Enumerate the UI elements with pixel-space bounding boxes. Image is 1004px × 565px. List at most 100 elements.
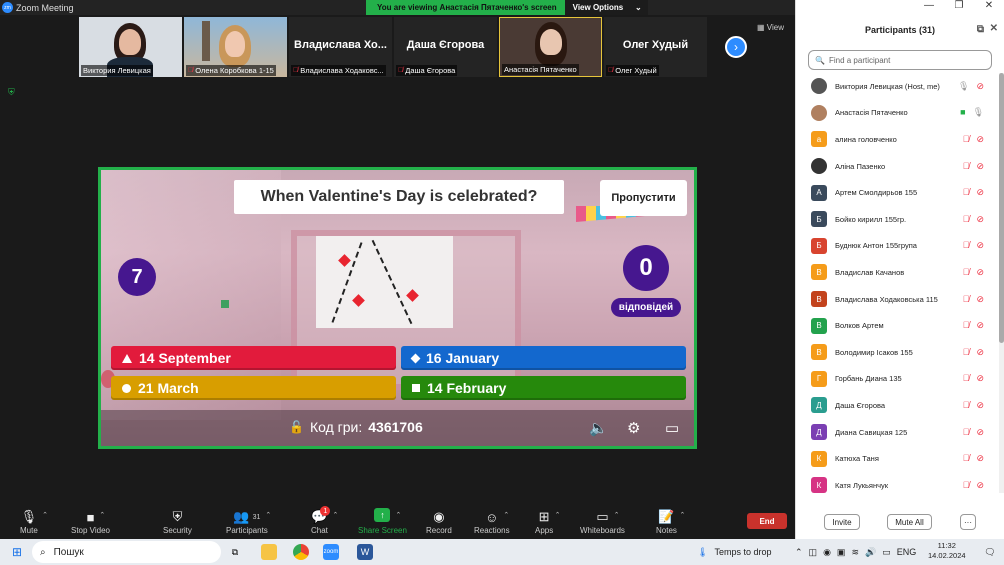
encryption-shield-icon[interactable]: ⛨	[8, 87, 18, 97]
next-page-arrow-icon[interactable]: ›	[725, 36, 747, 58]
end-meeting-button[interactable]: End	[747, 513, 787, 529]
clock[interactable]: 11:32 14.02.2024	[928, 541, 966, 561]
chevron-up-icon[interactable]: ⌃	[555, 511, 561, 519]
chrome-icon[interactable]	[293, 544, 309, 560]
system-tray: ⌃ ◫ ◉ ▣ ≋ 🔊 ▭ ENG	[795, 539, 916, 565]
location-icon[interactable]: ◉	[823, 547, 831, 558]
record-button[interactable]: ◉ Record	[426, 508, 452, 535]
weather-widget[interactable]: 🌡 Temps to drop	[697, 539, 771, 565]
answer-option-green[interactable]: 14 February	[401, 376, 686, 400]
close-window-icon[interactable]: ✕	[974, 0, 1004, 15]
participant-row[interactable]: К Катюха Таня 🎙̸ ⊘	[796, 445, 996, 472]
language-indicator[interactable]: ENG	[897, 547, 917, 557]
taskbar-search[interactable]: ⌕ Пошук	[32, 541, 221, 563]
cast-icon[interactable]: ▭	[665, 419, 679, 437]
volume-icon[interactable]: 🔊	[865, 547, 876, 558]
heart-icon	[338, 254, 351, 267]
wifi-icon[interactable]: ≋	[851, 547, 859, 558]
participant-search-input[interactable]: 🔍 Find a participant	[808, 50, 992, 70]
more-options-button[interactable]: ···	[960, 514, 976, 530]
heart-icon	[352, 294, 365, 307]
participant-row[interactable]: В Владислава Ходаковська 115 🎙̸ ⊘	[796, 286, 996, 313]
answer-option-yellow[interactable]: 21 March	[111, 376, 396, 400]
video-thumbnail[interactable]: Даша Єгорова 🎙̸ Даша Єгорова	[394, 17, 497, 77]
notification-icon[interactable]: 🗨	[982, 544, 998, 560]
participant-row[interactable]: В Володимир Ісаков 155 🎙̸ ⊘	[796, 339, 996, 366]
camera-tray-icon[interactable]: ◫	[809, 547, 818, 558]
answers-label: відповідей	[611, 298, 681, 317]
answer-option-blue[interactable]: 16 January	[401, 346, 686, 370]
mute-button[interactable]: 🎙 ⌃ Mute	[20, 508, 48, 535]
stop-video-button[interactable]: ■ ⌃ Stop Video	[71, 508, 110, 536]
participant-row[interactable]: Г Горбань Диана 135 🎙̸ ⊘	[796, 366, 996, 393]
chat-button[interactable]: 💬 1 ⌃ Chat	[311, 506, 338, 535]
thumbnail-name: Владислава Ходаковс...	[300, 66, 384, 75]
chevron-up-icon[interactable]: ⌃	[795, 547, 803, 558]
participant-name: Владислава Ходаковська 115	[835, 294, 938, 304]
apps-button[interactable]: ⊞ ⌃ Apps	[535, 508, 560, 535]
participant-row[interactable]: Б Бойко кирилл 155гр. 🎙̸ ⊘	[796, 206, 996, 233]
video-thumbnail-active-speaker[interactable]: Анастасія Пятаченко	[499, 17, 602, 77]
chevron-up-icon[interactable]: ⌃	[42, 511, 48, 519]
video-thumbnail-strip: Виктория Левицкая 🎙̸ Олена Коробкова 1-15…	[79, 17, 707, 77]
view-options-button[interactable]: View Options ⌄	[564, 0, 648, 15]
video-off-icon: ⊘	[976, 346, 984, 357]
participant-row[interactable]: К Катя Лукьянчук 🎙̸ ⊘	[796, 472, 996, 499]
skip-button[interactable]: Пропустити	[600, 180, 687, 216]
video-thumbnail[interactable]: Владислава Хо... 🎙̸ Владислава Ходаковс..…	[289, 17, 392, 77]
settings-gear-icon[interactable]: ⚙	[627, 419, 640, 437]
lock-icon: 🔓	[289, 420, 304, 434]
minimize-window-icon[interactable]: —	[914, 0, 944, 15]
security-button[interactable]: ⛨ Security	[163, 508, 192, 535]
participant-row[interactable]: Аліна Пазенко 🎙̸ ⊘	[796, 153, 996, 180]
search-icon: ⌕	[40, 546, 46, 558]
video-thumbnail[interactable]: Виктория Левицкая	[79, 17, 182, 77]
participant-name: Володимир Ісаков 155	[835, 347, 913, 357]
chevron-up-icon[interactable]: ⌃	[265, 511, 271, 519]
chevron-up-icon[interactable]: ⌃	[99, 511, 105, 519]
whiteboards-button[interactable]: ▭ ⌃ Whiteboards	[580, 508, 625, 535]
file-explorer-icon[interactable]	[261, 544, 277, 560]
word-icon[interactable]: W	[357, 544, 373, 560]
mic-muted-icon: 🎙̸	[293, 67, 299, 74]
task-view-icon[interactable]: ⧉	[227, 544, 243, 560]
invite-button[interactable]: Invite	[824, 514, 860, 530]
chevron-up-icon[interactable]: ⌃	[333, 511, 339, 519]
windows-start-icon[interactable]: ⊞	[9, 544, 25, 560]
volume-icon[interactable]: 🔈	[589, 419, 608, 437]
participant-row[interactable]: а алина головченко 🎙̸ ⊘	[796, 126, 996, 153]
participant-row[interactable]: Д Даша Єгорова 🎙̸ ⊘	[796, 392, 996, 419]
video-thumbnail[interactable]: Олег Худый 🎙̸ Олег Худый	[604, 17, 707, 77]
answer-option-red[interactable]: 14 September	[111, 346, 396, 370]
close-panel-icon[interactable]: ✕	[990, 23, 998, 34]
video-thumbnail[interactable]: 🎙̸ Олена Коробкова 1-15	[184, 17, 287, 77]
participants-button[interactable]: 👥 31 ⌃ Participants	[226, 508, 271, 535]
chevron-up-icon[interactable]: ⌃	[614, 511, 620, 519]
share-arrow-icon: ↑ ⌃	[374, 508, 401, 522]
mic-muted-icon: 🎙̸	[962, 187, 970, 198]
chevron-up-icon[interactable]: ⌃	[395, 511, 401, 519]
participant-list-scrollbar[interactable]	[999, 73, 1004, 493]
restore-window-icon[interactable]: ❐	[944, 0, 974, 15]
participant-row[interactable]: Б Буднюк Антон 155група 🎙̸ ⊘	[796, 233, 996, 260]
participant-row[interactable]: Анастасія Пятаченко ■ 🎙	[796, 100, 996, 127]
participant-row[interactable]: Виктория Левицкая (Host, me) 🎙 ⊘	[796, 73, 996, 100]
participant-row[interactable]: А Артем Смолдирьов 155 🎙̸ ⊘	[796, 179, 996, 206]
game-pin: 🔓 Код гри: 4361706	[289, 419, 423, 435]
share-screen-button[interactable]: ↑ ⌃ Share Screen	[358, 508, 407, 535]
reactions-button[interactable]: ☺ ⌃ Reactions	[474, 508, 510, 536]
mute-all-button[interactable]: Mute All	[887, 514, 932, 530]
view-button[interactable]: ▦ View	[757, 23, 784, 32]
pop-out-icon[interactable]: ⧉	[977, 24, 984, 35]
notes-button[interactable]: 📝 ⌃ Notes	[656, 508, 685, 535]
video-off-icon: ⊘	[976, 80, 984, 91]
zoom-taskbar-icon[interactable]: zoom	[323, 544, 339, 560]
network-status-icon[interactable]: ▣	[837, 547, 846, 558]
participant-row[interactable]: В Владислав Качанов 🎙̸ ⊘	[796, 259, 996, 286]
video-off-icon: ⊘	[976, 399, 984, 410]
battery-icon[interactable]: ▭	[882, 547, 891, 558]
participant-row[interactable]: В Волков Артем 🎙̸ ⊘	[796, 312, 996, 339]
chevron-up-icon[interactable]: ⌃	[680, 511, 686, 519]
participant-row[interactable]: Д Диана Савицкая 125 🎙̸ ⊘	[796, 419, 996, 446]
chevron-up-icon[interactable]: ⌃	[503, 511, 509, 519]
